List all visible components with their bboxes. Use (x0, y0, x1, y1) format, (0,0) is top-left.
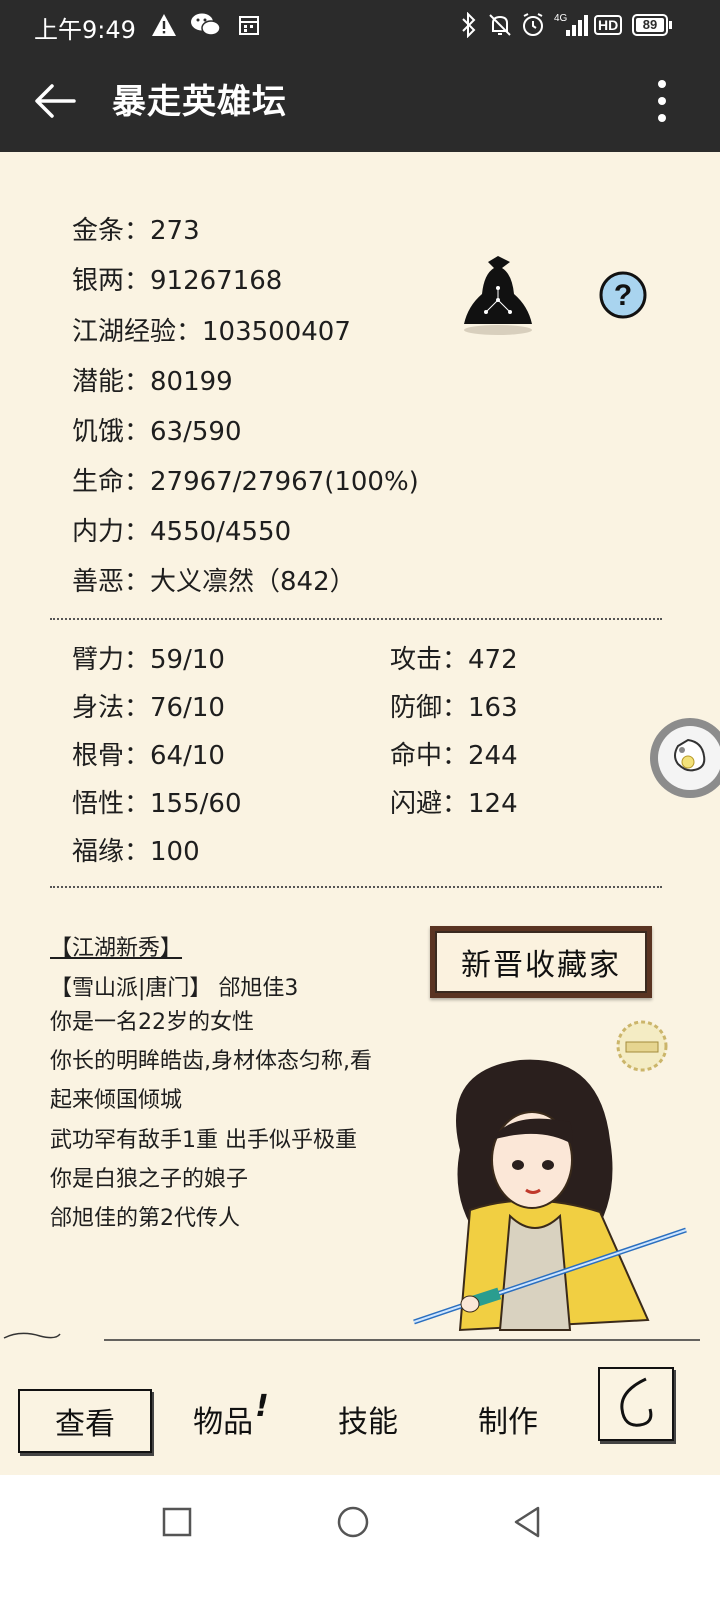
attr-comprehension: 悟性：155/60 (72, 789, 242, 819)
tab-craft[interactable]: 制作 (448, 1397, 568, 1441)
stat-internal-force: 内力：4550/4550 (72, 517, 292, 547)
attr-attack: 攻击：472 (390, 645, 518, 675)
title-badge[interactable]: 新晋收藏家 (430, 926, 652, 998)
system-back-icon[interactable] (512, 1505, 542, 1539)
svg-text:?: ? (614, 279, 632, 312)
attr-strength: 臂力：59/10 (72, 645, 225, 675)
help-icon[interactable]: ? (598, 270, 648, 320)
stat-health: 生命：27967/27967(100%) (72, 467, 419, 497)
divider (50, 886, 662, 888)
more-options-icon[interactable] (655, 76, 669, 126)
rank-title: 【江湖新秀】 (50, 936, 183, 961)
stat-morality: 善恶：大义凛然（842） (72, 567, 356, 597)
back-arrow-icon[interactable] (34, 78, 80, 124)
collapse-menu-button[interactable] (598, 1367, 674, 1441)
tab-items-label: 物品 (193, 1405, 254, 1440)
stat-silver: 银两：91267168 (72, 266, 283, 296)
tab-items[interactable]: 物品! (170, 1389, 290, 1441)
palette-icon (658, 726, 720, 790)
status-time: 上午9:49 (34, 16, 136, 44)
calendar-icon (238, 12, 260, 38)
swirl-icon (620, 1377, 653, 1427)
meditation-figure-icon[interactable] (458, 250, 538, 336)
decorative-divider (3, 1332, 700, 1341)
character-panel: 金条：273 银两：91267168 江湖经验：103500407 潜能：801… (0, 152, 720, 1347)
stat-hunger: 饥饿：63/590 (72, 417, 242, 447)
app-bar: 暴走英雄坛 (0, 50, 720, 152)
bio-line: 武功罕有敌手1重 出手似乎极重 (50, 1128, 357, 1153)
warning-icon (150, 12, 178, 38)
stat-potential: 潜能：80199 (72, 367, 233, 397)
system-nav-bar (0, 1475, 720, 1600)
alarm-icon (520, 12, 546, 38)
bio-line: 郃旭佳的第2代传人 (50, 1206, 240, 1231)
bio-line: 你长的明眸皓齿,身材体态匀称,看 (50, 1049, 372, 1074)
attr-luck: 福缘：100 (72, 837, 200, 867)
page-title: 暴走英雄坛 (112, 82, 287, 122)
new-item-badge: ! (255, 1389, 269, 1424)
stat-gold-bars: 金条：273 (72, 216, 200, 246)
bio-line: 起来倾国倾城 (50, 1088, 183, 1113)
bio-line: 你是一名22岁的女性 (50, 1010, 254, 1035)
stat-experience: 江湖经验：103500407 (72, 317, 351, 347)
status-bar: 上午9:49 4G HD 89 (0, 0, 720, 50)
home-icon[interactable] (336, 1505, 370, 1539)
bluetooth-icon (460, 12, 478, 38)
svg-text:4G: 4G (554, 13, 568, 24)
attr-evasion: 闪避：124 (390, 789, 518, 819)
signal-icon: 4G (554, 12, 588, 38)
floating-assistant-button[interactable] (650, 718, 720, 798)
attr-agility: 身法：76/10 (72, 693, 225, 723)
character-portrait (413, 1059, 687, 1332)
tab-skills[interactable]: 技能 (308, 1397, 428, 1441)
battery-icon: 89 (632, 12, 672, 38)
tab-view[interactable]: 查看 (18, 1389, 152, 1453)
hd-icon: HD (594, 12, 623, 38)
attr-constitution: 根骨：64/10 (72, 741, 225, 771)
bio-sect-name: 【雪山派|唐门】 郃旭佳3 (50, 976, 299, 1001)
recent-apps-icon[interactable] (162, 1507, 192, 1537)
attr-defense: 防御：163 (390, 693, 518, 723)
attr-accuracy: 命中：244 (390, 741, 518, 771)
title-badge-text: 新晋收藏家 (435, 931, 647, 993)
bio-line: 你是白狼之子的娘子 (50, 1167, 249, 1192)
mute-bell-icon (487, 12, 513, 38)
divider (50, 618, 662, 620)
bottom-nav: 查看 物品! 技能 制作 (0, 1347, 720, 1475)
wechat-icon (190, 12, 222, 38)
